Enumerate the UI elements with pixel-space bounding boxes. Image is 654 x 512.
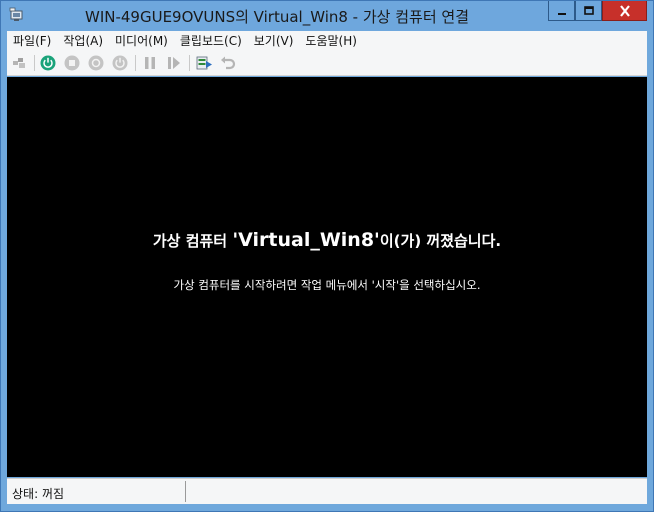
menu-view[interactable]: 보기(V)	[248, 31, 300, 51]
vm-display[interactable]: 가상 컴퓨터 'Virtual_Win8'이(가) 꺼졌습니다. 가상 컴퓨터를…	[7, 77, 647, 477]
toolbar-separator	[135, 55, 136, 71]
minimize-button[interactable]	[548, 1, 575, 21]
status-text: 상태: 꺼짐	[12, 487, 65, 501]
maximize-icon	[583, 5, 594, 15]
checkpoint-button[interactable]	[195, 54, 213, 72]
title-bar[interactable]: WIN-49GUE9OVUNS의 Virtual_Win8 - 가상 컴퓨터 연…	[1, 1, 653, 31]
reset-button[interactable]	[165, 54, 183, 72]
close-button[interactable]	[602, 1, 647, 21]
ctrl-alt-del-button[interactable]	[11, 54, 29, 72]
pause-icon	[145, 57, 155, 69]
vm-off-message-suffix: 이(가) 꺼졌습니다.	[379, 232, 502, 250]
reset-icon	[168, 57, 180, 69]
menu-clipboard[interactable]: 클립보드(C)	[174, 31, 248, 51]
start-button[interactable]	[39, 54, 57, 72]
menu-help[interactable]: 도움말(H)	[299, 31, 363, 51]
close-icon	[619, 4, 630, 17]
checkpoint-icon	[196, 56, 212, 70]
status-separator	[185, 481, 186, 502]
pause-button[interactable]	[141, 54, 159, 72]
revert-icon	[221, 56, 236, 70]
shut-down-button[interactable]	[87, 54, 105, 72]
toolbar	[7, 51, 647, 76]
vm-off-message-prefix: 가상 컴퓨터	[152, 232, 233, 250]
shut-down-icon	[88, 55, 104, 71]
turn-off-icon	[64, 55, 80, 71]
revert-button[interactable]	[219, 54, 237, 72]
menu-bar: 파일(F) 작업(A) 미디어(M) 클립보드(C) 보기(V) 도움말(H)	[7, 31, 647, 51]
status-bar: 상태: 꺼짐	[7, 478, 647, 504]
save-button[interactable]	[111, 54, 129, 72]
vm-name: 'Virtual_Win8'	[232, 229, 380, 251]
save-icon	[112, 55, 128, 71]
toolbar-separator	[189, 55, 190, 71]
start-instruction: 가상 컴퓨터를 시작하려면 작업 메뉴에서 '시작'을 선택하십시오.	[173, 278, 481, 292]
start-icon	[40, 55, 56, 71]
minimize-icon	[557, 12, 566, 15]
vm-connection-window: WIN-49GUE9OVUNS의 Virtual_Win8 - 가상 컴퓨터 연…	[0, 0, 654, 512]
turn-off-button[interactable]	[63, 54, 81, 72]
menu-action[interactable]: 작업(A)	[57, 31, 109, 51]
toolbar-separator	[34, 55, 35, 71]
ctrl-alt-del-icon	[13, 58, 25, 68]
menu-file[interactable]: 파일(F)	[7, 31, 57, 51]
vm-off-message: 가상 컴퓨터 'Virtual_Win8'이(가) 꺼졌습니다.	[7, 229, 647, 251]
menu-media[interactable]: 미디어(M)	[109, 31, 174, 51]
maximize-button[interactable]	[575, 1, 602, 21]
